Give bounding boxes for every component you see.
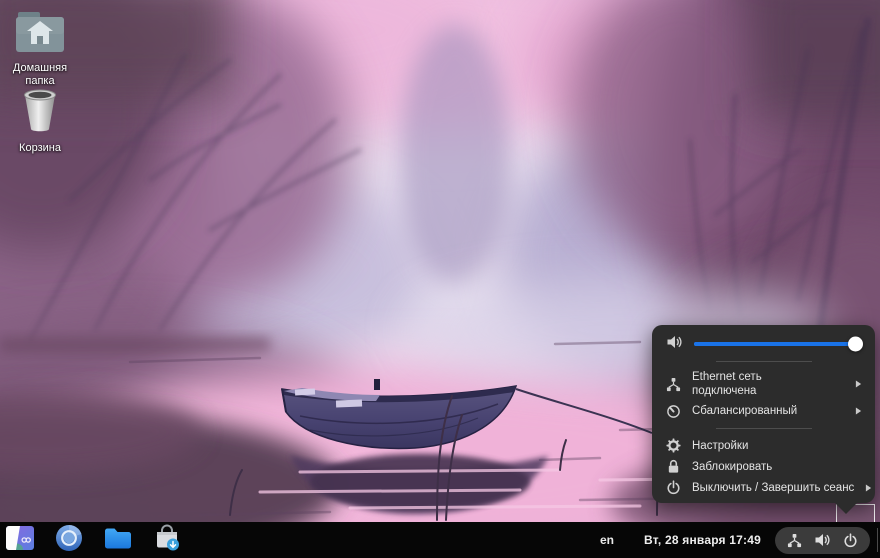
software-bag-icon bbox=[153, 524, 181, 556]
home-folder-icon bbox=[14, 10, 66, 59]
menu-divider bbox=[716, 428, 812, 429]
volume-slider-thumb[interactable] bbox=[848, 337, 863, 352]
network-nodes-icon[interactable] bbox=[787, 533, 802, 548]
menu-item-lock[interactable]: Заблокировать bbox=[652, 456, 875, 477]
network-nodes-icon bbox=[665, 377, 681, 392]
taskbar-apps bbox=[0, 525, 182, 555]
taskbar-right: en Вт, 28 января 17:49 bbox=[600, 527, 880, 554]
blue-folder-icon bbox=[104, 527, 132, 554]
lock-icon bbox=[665, 459, 681, 474]
desktop-icon-label: Корзина bbox=[0, 142, 80, 155]
chromium-icon bbox=[55, 524, 83, 557]
chromium-browser-button[interactable] bbox=[54, 525, 84, 555]
volume-slider-fill bbox=[694, 342, 861, 346]
app-launcher-button[interactable] bbox=[5, 525, 35, 555]
system-tray bbox=[775, 527, 870, 554]
launcher-logo-icon bbox=[6, 526, 34, 555]
menu-item-label: Настройки bbox=[692, 439, 748, 453]
desktop-icon-label: Домашняя папка bbox=[0, 62, 80, 88]
speaker-icon bbox=[666, 334, 683, 355]
clock[interactable]: Вт, 28 января 17:49 bbox=[644, 533, 761, 547]
submenu-arrow-icon bbox=[855, 379, 862, 389]
menu-divider bbox=[716, 361, 812, 362]
volume-row bbox=[652, 333, 875, 355]
desktop-screen: Домашняя папка Корзина bbox=[0, 0, 880, 558]
trash-icon bbox=[20, 86, 60, 139]
desktop-icon-trash[interactable]: Корзина bbox=[0, 86, 80, 155]
menu-pointer-tail bbox=[835, 503, 857, 514]
language-indicator[interactable]: en bbox=[600, 533, 614, 547]
quick-settings-menu: Ethernet сеть подключена Сбалансированны… bbox=[652, 325, 875, 503]
speaker-icon[interactable] bbox=[814, 532, 831, 548]
menu-item-label: Ethernet сеть подключена bbox=[692, 370, 810, 398]
power-icon bbox=[665, 480, 681, 495]
file-manager-button[interactable] bbox=[103, 525, 133, 555]
submenu-arrow-icon bbox=[855, 406, 862, 416]
taskbar: en Вт, 28 января 17:49 bbox=[0, 522, 880, 558]
desktop-icon-home-folder[interactable]: Домашняя папка bbox=[0, 10, 80, 88]
menu-item-power-profile[interactable]: Сбалансированный bbox=[652, 400, 875, 422]
menu-item-label: Заблокировать bbox=[692, 460, 772, 474]
software-center-button[interactable] bbox=[152, 525, 182, 555]
menu-item-shutdown[interactable]: Выключить / Завершить сеанс bbox=[652, 477, 875, 498]
volume-slider[interactable] bbox=[694, 342, 861, 346]
menu-item-label: Сбалансированный bbox=[692, 404, 797, 418]
panel-edge-divider bbox=[877, 528, 878, 552]
power-profile-icon bbox=[665, 404, 681, 419]
gear-icon bbox=[665, 438, 681, 453]
power-icon[interactable] bbox=[843, 533, 858, 548]
submenu-arrow-icon bbox=[865, 483, 872, 493]
menu-item-ethernet[interactable]: Ethernet сеть подключена bbox=[652, 368, 875, 400]
menu-item-settings[interactable]: Настройки bbox=[652, 435, 875, 456]
menu-item-label: Выключить / Завершить сеанс bbox=[692, 481, 854, 495]
